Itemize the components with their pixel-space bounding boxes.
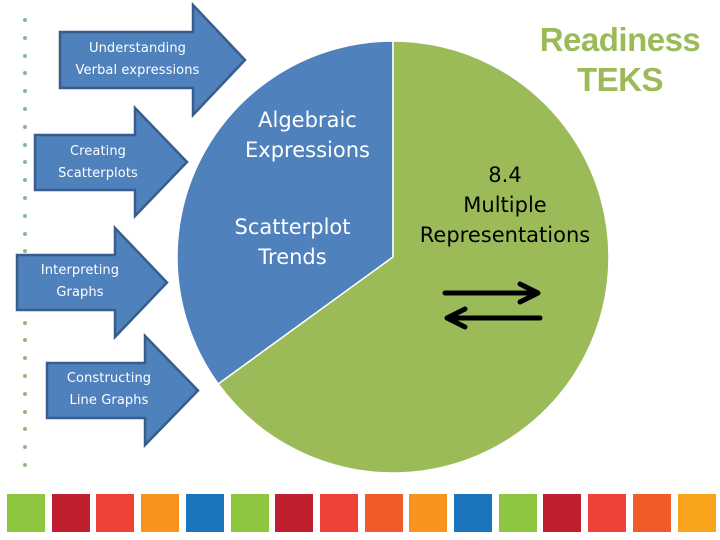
arrow-label-interpreting-graphs: Interpreting Graphs <box>20 260 140 304</box>
arrow-label-line: Constructing <box>66 371 152 386</box>
slide: Understanding Verbal expressions Creatin… <box>0 0 720 540</box>
title-line: TEKS <box>576 61 664 98</box>
slice-label-algebraic-expressions: Algebraic Expressions <box>225 105 390 165</box>
color-square <box>543 494 582 532</box>
slice-label-line: Scatterplot <box>234 215 351 239</box>
arrow-label-line: Understanding <box>88 41 187 56</box>
arrow-label-line: Verbal expressions <box>75 63 200 78</box>
color-square <box>230 494 269 532</box>
color-square <box>409 494 448 532</box>
color-square <box>632 494 671 532</box>
title-line: Readiness <box>539 21 701 58</box>
slice-label-line: Representations <box>419 223 591 247</box>
slide-title: Readiness TEKS <box>520 20 720 100</box>
color-square <box>588 494 627 532</box>
slice-label-line: Multiple <box>463 193 547 217</box>
slice-label-line: 8.4 <box>488 163 522 187</box>
slice-label-line: Trends <box>258 245 327 269</box>
slice-label-line: Expressions <box>245 138 370 162</box>
color-square <box>141 494 180 532</box>
arrow-label-line-graphs: Constructing Line Graphs <box>50 368 168 412</box>
color-square <box>96 494 135 532</box>
color-square <box>51 494 90 532</box>
color-square <box>454 494 492 532</box>
arrow-label-scatterplots: Creating Scatterplots <box>38 141 158 185</box>
arrow-label-verbal-expressions: Understanding Verbal expressions <box>60 38 215 82</box>
color-square <box>364 494 403 532</box>
arrow-label-line: Graphs <box>56 285 104 300</box>
arrow-label-line: Creating <box>69 144 127 159</box>
color-square <box>319 494 358 532</box>
arrow-label-line: Interpreting <box>40 263 120 278</box>
slice-label-line: Algebraic <box>258 108 357 132</box>
color-square <box>677 494 716 532</box>
slice-label-scatterplot-trends: Scatterplot Trends <box>215 212 370 272</box>
arrow-label-line: Line Graphs <box>69 393 149 408</box>
slice-label-multiple-representations: 8.4 Multiple Representations <box>390 160 620 250</box>
color-square <box>185 494 224 532</box>
color-square <box>275 494 314 532</box>
arrow-label-line: Scatterplots <box>58 166 138 181</box>
color-square <box>7 494 45 532</box>
color-square <box>498 494 537 532</box>
